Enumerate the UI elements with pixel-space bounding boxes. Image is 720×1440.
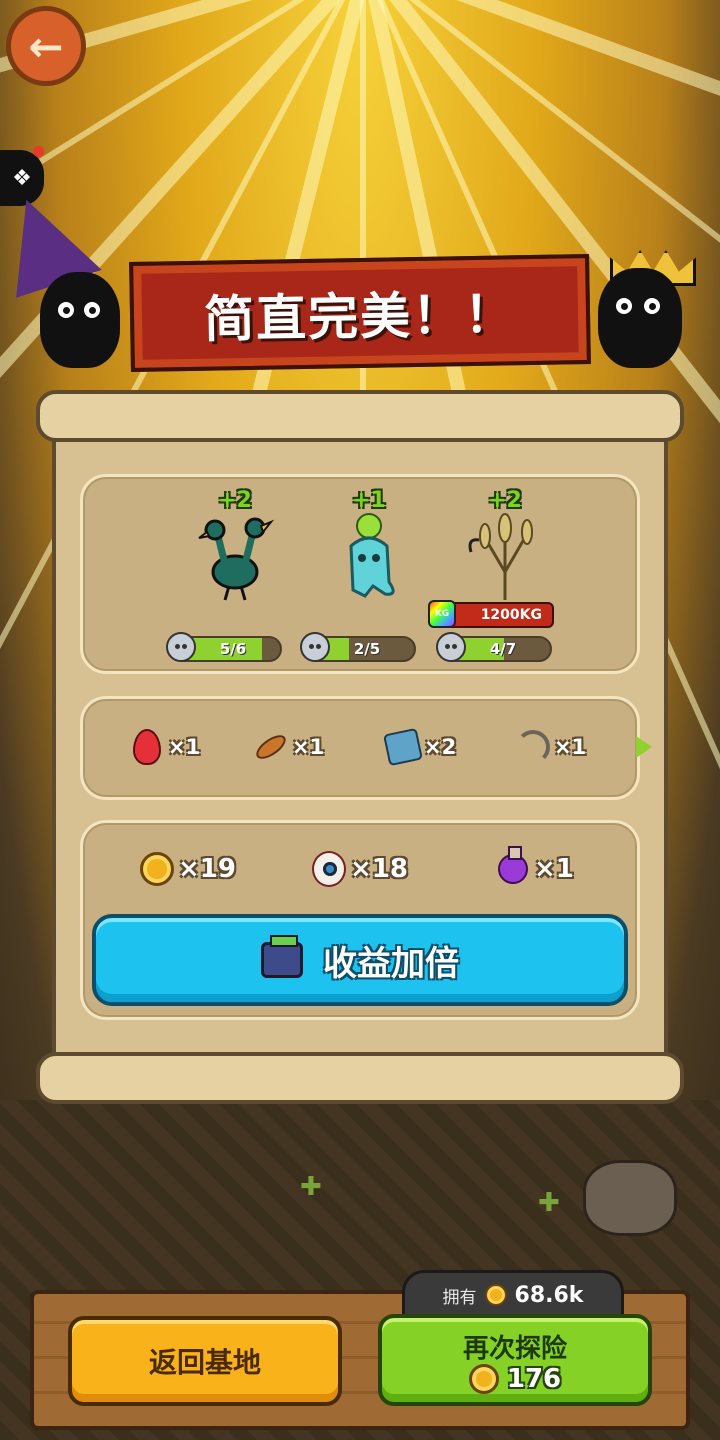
potion-icon bbox=[496, 846, 530, 886]
reward-item: ×19 bbox=[140, 852, 236, 886]
witch-creature bbox=[40, 272, 120, 368]
reward-item: ×18 bbox=[312, 851, 408, 887]
back-button[interactable]: ← bbox=[6, 6, 86, 86]
eyeball-icon bbox=[312, 851, 346, 887]
reward-qty: ×19 bbox=[178, 854, 236, 884]
skull-icon bbox=[166, 632, 196, 662]
reward-qty: ×18 bbox=[350, 854, 408, 884]
loot-item[interactable]: ×2 bbox=[383, 727, 457, 767]
skull-icon bbox=[300, 632, 330, 662]
notification-dot bbox=[33, 146, 44, 157]
monster-card-ghost-radish[interactable]: +1 2/5 bbox=[300, 488, 434, 662]
loot-item[interactable]: ×1 bbox=[252, 730, 325, 764]
loot-qty: ×2 bbox=[424, 735, 457, 759]
monster-plus: +2 bbox=[218, 488, 252, 513]
loot-qty: ×1 bbox=[292, 735, 325, 759]
scroll-bottom-roll bbox=[36, 1052, 684, 1104]
explore-again-button[interactable]: 再次探险 176 bbox=[378, 1314, 652, 1406]
feather-icon bbox=[252, 730, 290, 764]
return-base-label: 返回基地 bbox=[148, 1346, 261, 1379]
puzzle-icon: ❖ bbox=[12, 165, 32, 191]
monster-plus: +1 bbox=[352, 488, 386, 513]
arrow-left-icon: ← bbox=[28, 21, 64, 71]
wheat-plant-icon bbox=[468, 513, 533, 600]
owned-value: 68.6k bbox=[514, 1282, 584, 1308]
coin-icon bbox=[484, 1284, 507, 1306]
reward-item: ×1 bbox=[496, 846, 574, 886]
explore-again-cost-value: 176 bbox=[506, 1364, 562, 1394]
skull-icon bbox=[436, 632, 466, 662]
monster-plus: +2 bbox=[488, 488, 522, 513]
loot-qty: ×1 bbox=[554, 735, 587, 759]
scroll-top-roll bbox=[36, 390, 684, 442]
loot-item[interactable]: ×1 bbox=[130, 729, 201, 765]
monster-card-wheat-plant[interactable]: +2 KG 1200KG 4/7 bbox=[428, 488, 570, 662]
tv-icon bbox=[261, 935, 303, 978]
return-base-button[interactable]: 返回基地 bbox=[68, 1316, 342, 1406]
rock bbox=[583, 1160, 677, 1236]
cactus-icon: ✚ bbox=[300, 1172, 322, 1202]
coin-icon bbox=[140, 852, 174, 886]
weight-value: 1200KG bbox=[480, 607, 542, 623]
reward-qty: ×1 bbox=[534, 854, 574, 884]
weight-badge: KG 1200KG bbox=[428, 600, 554, 628]
next-arrow-button[interactable] bbox=[636, 736, 652, 758]
owned-coins-display: 拥有 68.6k bbox=[402, 1270, 624, 1320]
banner-title: 简直完美！！ bbox=[203, 285, 517, 349]
coin-icon bbox=[468, 1364, 499, 1394]
owned-label: 拥有 bbox=[442, 1287, 477, 1308]
double-reward-button[interactable]: 收益加倍 bbox=[92, 914, 628, 1006]
ticket-icon bbox=[383, 727, 423, 767]
weight-tag-icon: KG bbox=[428, 600, 456, 628]
monster-card-ostrich[interactable]: +2 5/6 bbox=[166, 488, 300, 662]
loot-item[interactable]: ×1 bbox=[516, 730, 586, 764]
double-reward-label: 收益加倍 bbox=[323, 943, 459, 984]
explore-again-cost: 176 bbox=[382, 1364, 648, 1394]
ghost-radish-icon bbox=[349, 513, 395, 598]
result-banner: 简直完美！！ bbox=[129, 253, 591, 373]
ostrich-icon bbox=[198, 517, 275, 601]
cactus-icon: ✚ bbox=[538, 1188, 560, 1218]
king-creature bbox=[598, 268, 682, 368]
worm-icon bbox=[516, 730, 550, 764]
red-egg-icon bbox=[130, 729, 164, 765]
loot-qty: ×1 bbox=[168, 735, 201, 759]
explore-again-label: 再次探险 bbox=[462, 1334, 567, 1364]
